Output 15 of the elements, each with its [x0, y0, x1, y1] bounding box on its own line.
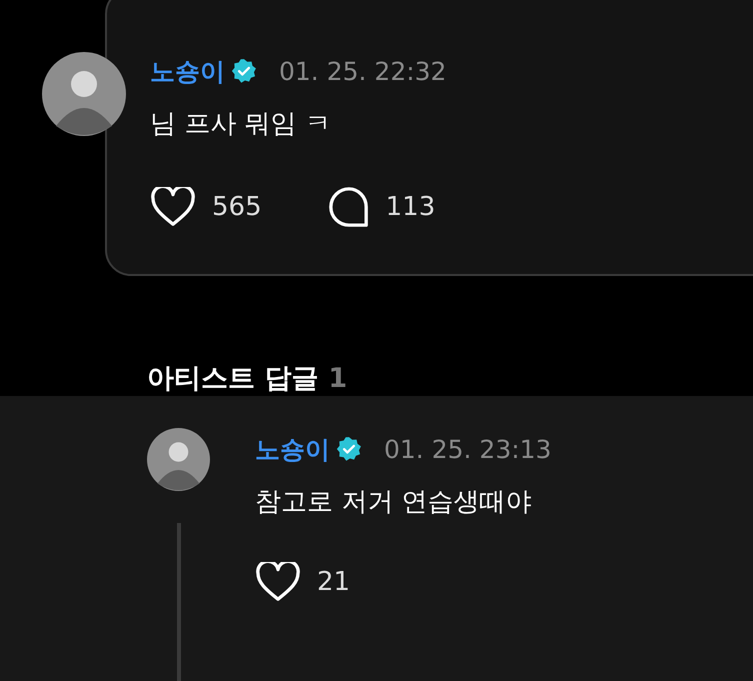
comment-icon[interactable]: [328, 186, 370, 228]
reply-count: 113: [386, 192, 436, 222]
author-name[interactable]: 노숑이: [255, 432, 330, 466]
reply-time: 01. 25. 23:13: [384, 434, 552, 464]
heart-icon[interactable]: [255, 562, 301, 602]
comment-text: 님 프사 뭐임 ㅋ: [150, 108, 332, 140]
author-name[interactable]: 노숑이: [150, 54, 225, 88]
reply-total: 1: [328, 363, 348, 394]
avatar[interactable]: [147, 428, 210, 491]
comment-time: 01. 25. 22:32: [279, 56, 446, 86]
reply-text: 참고로 저거 연습생때야: [255, 486, 533, 518]
heart-icon[interactable]: [150, 187, 196, 227]
like-count: 565: [212, 192, 262, 222]
section-title: 아티스트 답글: [147, 362, 318, 396]
like-count: 21: [317, 567, 350, 597]
